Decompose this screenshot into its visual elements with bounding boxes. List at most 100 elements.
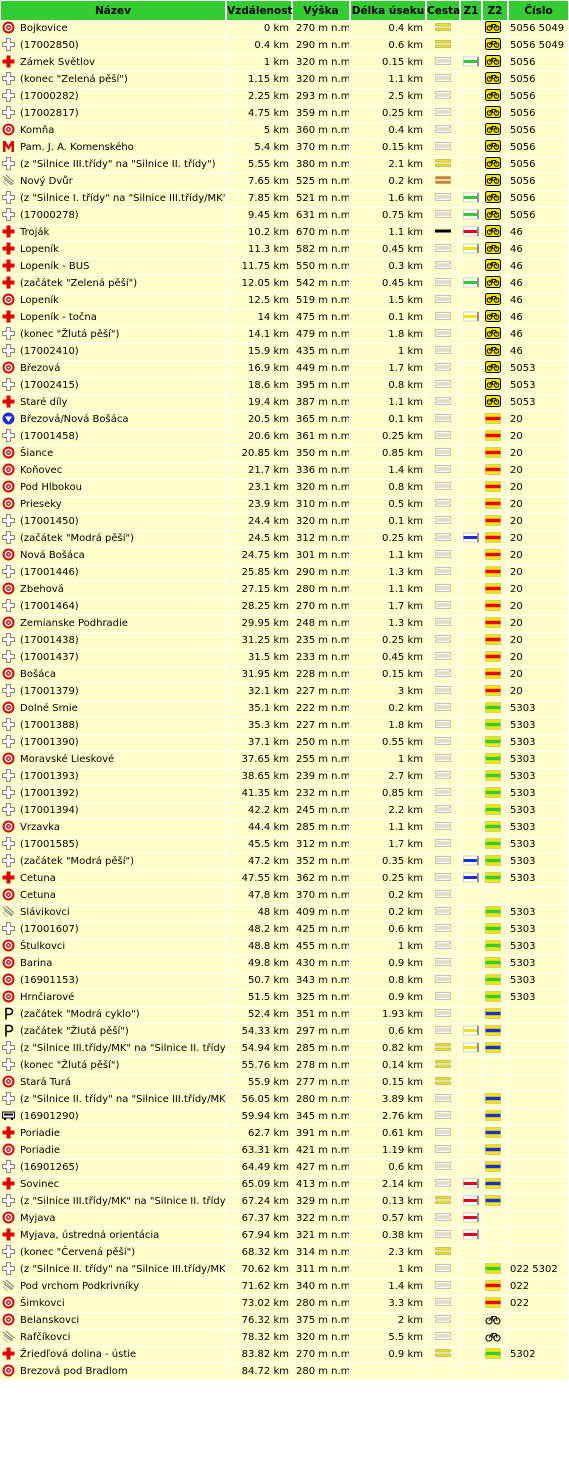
- table-row[interactable]: Bošáca 31.95 km 228 m n.m. 0.15 km 20: [0, 667, 569, 684]
- table-row[interactable]: (17001458) 20.6 km 361 m n.m. 0.25 km 20: [0, 429, 569, 446]
- table-row[interactable]: Prieseky 23.9 km 310 m n.m. 0.5 km 20: [0, 497, 569, 514]
- table-row[interactable]: Bojkovice 0 km 270 m n.m. 0.4 km 5056 5049: [0, 21, 569, 38]
- table-row[interactable]: Poriadie 63.31 km 421 m n.m. 1.19 km: [0, 1143, 569, 1160]
- table-row[interactable]: Vrzavka 44.4 km 285 m n.m. 1.1 km 5303: [0, 820, 569, 837]
- table-row[interactable]: Myjava 67.37 km 322 m n.m. 0.57 km: [0, 1211, 569, 1228]
- table-row[interactable]: Pam. J. A. Komenského 5.4 km 370 m n.m. 0.1…: [0, 140, 569, 157]
- table-row[interactable]: Dolné Srnie 35.1 km 222 m n.m. 0.2 km 5303: [0, 701, 569, 718]
- table-row[interactable]: (konec "Zelená pěší") 1.15 km 320 m n.m. 1.…: [0, 72, 569, 89]
- table-row[interactable]: (17000282) 2.25 km 293 m n.m. 2.5 km 5056: [0, 89, 569, 106]
- table-row[interactable]: (17001388) 35.3 km 227 m n.m. 1.8 km 5303: [0, 718, 569, 735]
- table-row[interactable]: Koňovec 21.7 km 336 m n.m. 1.4 km 20: [0, 463, 569, 480]
- cell-vyska: 475 m n.m.: [292, 310, 350, 327]
- column-header-delka[interactable]: Délka úseku: [350, 0, 426, 21]
- table-row[interactable]: (z "Silnice III.třídy/MK" na "Silnice II…: [0, 1041, 569, 1058]
- table-row[interactable]: (17001390) 37.1 km 250 m n.m. 0.55 km 5303: [0, 735, 569, 752]
- table-row[interactable]: (začátek "Zelená pěší") 12.05 km 542 m n.m…: [0, 276, 569, 293]
- cell-cislo: 46: [508, 293, 569, 310]
- cell-z1: [460, 463, 482, 480]
- junction-icon: [2, 1058, 15, 1071]
- table-row[interactable]: Lopeník 11.3 km 582 m n.m. 0.45 km 46: [0, 242, 569, 259]
- table-row[interactable]: (16901290) 59.94 km 345 m n.m. 2.76 km: [0, 1109, 569, 1126]
- table-row[interactable]: (16901265) 64.49 km 427 m n.m. 0.6 km: [0, 1160, 569, 1177]
- table-row[interactable]: (17001438) 31.25 km 235 m n.m. 0.25 km 20: [0, 633, 569, 650]
- table-row[interactable]: Lopeník - točna 14 km 475 m n.m. 0.1 km 46: [0, 310, 569, 327]
- table-row[interactable]: Barina 49.8 km 430 m n.m. 0.9 km 5303: [0, 956, 569, 973]
- table-row[interactable]: (začátek "Modrá pěší") 24.5 km 312 m n.m. 0…: [0, 531, 569, 548]
- table-row[interactable]: Sovinec 65.09 km 413 m n.m. 2.14 km: [0, 1177, 569, 1194]
- table-row[interactable]: Zámek Světlov 1 km 320 m n.m. 0.15 km 5056: [0, 55, 569, 72]
- table-row[interactable]: Lopeník 12.5 km 519 m n.m. 1.5 km 46: [0, 293, 569, 310]
- table-row[interactable]: Pod vrchom Podkrivníky 71.62 km 340 m n.m.…: [0, 1279, 569, 1296]
- table-row[interactable]: Zbehová 27.15 km 280 m n.m. 1.1 km 20: [0, 582, 569, 599]
- table-row[interactable]: (17002410) 15.9 km 435 m n.m. 1 km 46: [0, 344, 569, 361]
- table-row[interactable]: Pod Hlbokou 23.1 km 320 m n.m. 0.8 km 20: [0, 480, 569, 497]
- table-row[interactable]: (konec "Žlutá pěší") 55.76 km 278 m n.m. 0.…: [0, 1058, 569, 1075]
- column-header-z1[interactable]: Z1: [460, 0, 482, 21]
- table-row[interactable]: Štulkovci 48.8 km 455 m n.m. 1 km 5303: [0, 939, 569, 956]
- cell-cesta: [426, 1279, 460, 1296]
- table-row[interactable]: (17002415) 18.6 km 395 m n.m. 0.8 km 5053: [0, 378, 569, 395]
- table-row[interactable]: Hrnčiarové 51.5 km 325 m n.m. 0.9 km 5303: [0, 990, 569, 1007]
- table-row[interactable]: (začátek "Modrá cyklo") 52.4 km 351 m n.m.…: [0, 1007, 569, 1024]
- table-row[interactable]: Nový Dvůr 7.65 km 525 m n.m. 0.2 km 5056: [0, 174, 569, 191]
- table-row[interactable]: Moravské Lieskové 37.65 km 255 m n.m. 1 km 5…: [0, 752, 569, 769]
- table-row[interactable]: (17002850) 0.4 km 290 m n.m. 0.6 km 5056 504…: [0, 38, 569, 55]
- table-row[interactable]: Šiance 20.85 km 350 m n.m. 0.85 km 20: [0, 446, 569, 463]
- table-row[interactable]: (konec "Červená pěší") 68.32 km 314 m n.m.…: [0, 1245, 569, 1262]
- column-header-cesta[interactable]: Cesta: [426, 0, 460, 21]
- table-row[interactable]: (z "Silnice II. třídy" na "Silnice III.t…: [0, 1092, 569, 1109]
- table-row[interactable]: Komňa 5 km 360 m n.m. 0.4 km 5056: [0, 123, 569, 140]
- table-row[interactable]: Stará Turá 55.9 km 277 m n.m. 0.15 km: [0, 1075, 569, 1092]
- table-row[interactable]: (17001464) 28.25 km 270 m n.m. 1.7 km 20: [0, 599, 569, 616]
- table-row[interactable]: (17001379) 32.1 km 227 m n.m. 3 km 20: [0, 684, 569, 701]
- table-row[interactable]: (17001450) 24.4 km 320 m n.m. 0.1 km 20: [0, 514, 569, 531]
- table-row[interactable]: Staré díly 19.4 km 387 m n.m. 1.1 km 5053: [0, 395, 569, 412]
- table-row[interactable]: (konec "Žlutá pěší") 14.1 km 479 m n.m. 1.8…: [0, 327, 569, 344]
- table-row[interactable]: (začátek "Modrá pěší") 47.2 km 352 m n.m. 0…: [0, 854, 569, 871]
- table-row[interactable]: (16901153) 50.7 km 343 m n.m. 0.8 km 5303: [0, 973, 569, 990]
- table-row[interactable]: Žriedľová dolina - ústie 83.82 km 270 m n.…: [0, 1347, 569, 1364]
- cell-z1: [460, 1058, 482, 1075]
- table-row[interactable]: Belanskovci 76.32 km 375 m n.m. 2 km: [0, 1313, 569, 1330]
- table-row[interactable]: (začátek "Žlutá pěší") 54.33 km 297 m n.m.…: [0, 1024, 569, 1041]
- table-row[interactable]: Cetuna 47.8 km 370 m n.m. 0.2 km: [0, 888, 569, 905]
- cycle-marker-icon: [485, 650, 501, 662]
- table-row[interactable]: (z "Silnice III.třídy" na "Silnice II. t…: [0, 157, 569, 174]
- table-row[interactable]: Zemianske Podhradie 29.95 km 248 m n.m. 1.3…: [0, 616, 569, 633]
- column-header-vyska[interactable]: Výška: [292, 0, 350, 21]
- table-row[interactable]: Poriadie 62.7 km 391 m n.m. 0.61 km: [0, 1126, 569, 1143]
- road-type-icon: [434, 227, 451, 235]
- table-row[interactable]: Šimkovci 73.02 km 280 m n.m. 3.3 km 022: [0, 1296, 569, 1313]
- table-row[interactable]: Nová Bošáca 24.75 km 301 m n.m. 1.1 km 20: [0, 548, 569, 565]
- road-type-icon: [434, 363, 451, 371]
- table-row[interactable]: Rafčíkovci 78.32 km 320 m n.m. 5.5 km: [0, 1330, 569, 1347]
- column-header-vzdalenost[interactable]: Vzdálenost: [226, 0, 293, 21]
- table-row[interactable]: (z "Silnice III.třídy/MK" na "Silnice II…: [0, 1194, 569, 1211]
- table-row[interactable]: Březová/Nová Bošáca 20.5 km 365 m n.m. 0.1 …: [0, 412, 569, 429]
- table-row[interactable]: (17001393) 38.65 km 239 m n.m. 2.7 km 5303: [0, 769, 569, 786]
- column-header-cislo[interactable]: Číslo: [508, 0, 569, 21]
- table-row[interactable]: (17002817) 4.75 km 359 m n.m. 0.25 km 5056: [0, 106, 569, 123]
- table-row[interactable]: (17000278) 9.45 km 631 m n.m. 0.75 km 5056: [0, 208, 569, 225]
- table-row[interactable]: (17001585) 45.5 km 312 m n.m. 1.7 km 5303: [0, 837, 569, 854]
- column-header-nazev[interactable]: Název: [0, 0, 226, 21]
- table-row[interactable]: Cetuna 47.55 km 362 m n.m. 0.25 km 5303: [0, 871, 569, 888]
- table-row[interactable]: Lopeník - BUS 11.75 km 550 m n.m. 0.3 km 46: [0, 259, 569, 276]
- table-row[interactable]: (17001394) 42.2 km 245 m n.m. 2.2 km 5303: [0, 803, 569, 820]
- cell-cislo: [508, 1075, 569, 1092]
- column-header-z2[interactable]: Z2: [482, 0, 508, 21]
- table-row[interactable]: Březová 16.9 km 449 m n.m. 1.7 km 5053: [0, 361, 569, 378]
- cell-nazev: (16901265): [0, 1160, 226, 1177]
- cell-nazev: (konec "Žlutá pěší"): [0, 1058, 226, 1075]
- table-row[interactable]: (z "Silnice II. třídy" na "Silnice III.t…: [0, 1262, 569, 1279]
- table-row[interactable]: (z "Silnice I. třídy" na "Silnice III.tř…: [0, 191, 569, 208]
- table-row[interactable]: Brezová pod Bradlom 84.72 km 280 m n.m.: [0, 1364, 569, 1381]
- table-row[interactable]: Slávikovci 48 km 409 m n.m. 0.2 km 5303: [0, 905, 569, 922]
- table-row[interactable]: (17001392) 41.35 km 232 m n.m. 0.85 km 5303: [0, 786, 569, 803]
- table-row[interactable]: Myjava, ústredná orientácia 67.94 km 321 m…: [0, 1228, 569, 1245]
- table-row[interactable]: Troják 10.2 km 670 m n.m. 1.1 km 46: [0, 225, 569, 242]
- table-row[interactable]: (17001437) 31.5 km 233 m n.m. 0.45 km 20: [0, 650, 569, 667]
- table-row[interactable]: (17001607) 48.2 km 425 m n.m. 0.6 km 5303: [0, 922, 569, 939]
- table-row[interactable]: (17001446) 25.85 km 290 m n.m. 1.3 km 20: [0, 565, 569, 582]
